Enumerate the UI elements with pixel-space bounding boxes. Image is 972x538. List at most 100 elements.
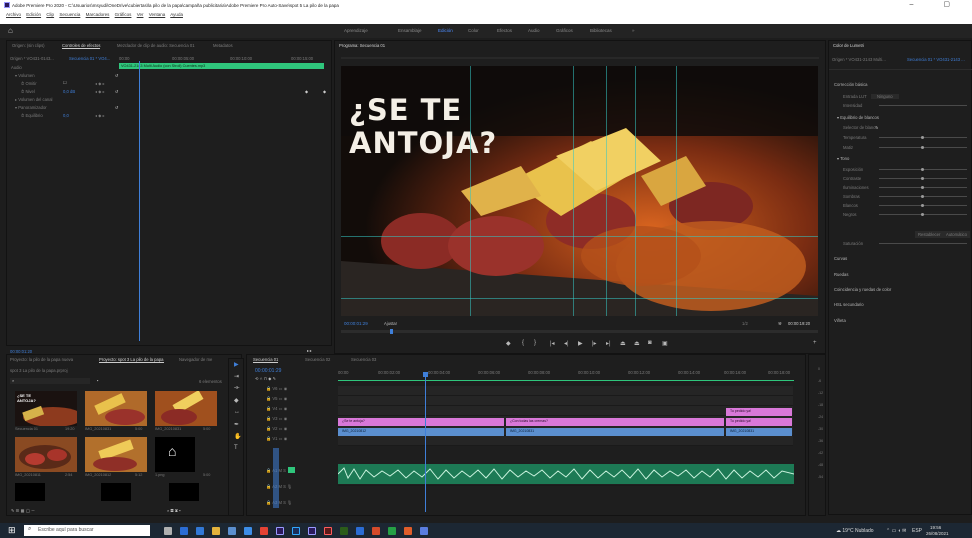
section-color-match[interactable]: Coincidencia y ruedas de color xyxy=(834,287,891,292)
after-effects-icon[interactable] xyxy=(308,527,316,535)
section-vignette[interactable]: Viñeta xyxy=(834,318,846,323)
section-wheels[interactable]: Ruedas xyxy=(834,272,848,277)
app-icon[interactable] xyxy=(244,527,252,535)
new-item-icons[interactable]: ⌕ ▦ ▣ ▪ xyxy=(167,508,181,513)
menu-edicion[interactable]: Edición xyxy=(26,12,41,17)
play-icon[interactable]: ▶ xyxy=(578,340,583,347)
tab-lumetri[interactable]: Color de Lumetri xyxy=(833,43,864,48)
playhead-handle[interactable] xyxy=(423,372,428,377)
windows-start-icon[interactable]: ⊞ xyxy=(8,525,16,536)
workspace-aprendizaje[interactable]: Aprendizaje xyxy=(344,28,368,33)
add-marker-icon[interactable]: ◆ xyxy=(506,340,511,347)
menu-secuencia[interactable]: Secuencia xyxy=(59,12,80,17)
section-basic-correction[interactable]: Corrección básica xyxy=(834,82,868,87)
tab-sequence-03[interactable]: Secuencia 03 xyxy=(351,357,376,362)
timeline-ruler[interactable]: 00:00 00:00:02:00 00:00:04:00 00:00:06:0… xyxy=(338,370,794,378)
home-icon[interactable]: ⌂ xyxy=(8,26,13,35)
chrome-icon[interactable] xyxy=(260,527,268,535)
track-v6[interactable] xyxy=(338,386,793,396)
shadows-knob[interactable] xyxy=(921,195,924,198)
keyframe-nav-1[interactable]: ◂ ◆ ▸ xyxy=(95,81,105,86)
thumb-img-4[interactable] xyxy=(85,437,147,472)
pen-icon[interactable]: ✒ xyxy=(234,421,239,428)
clip-v1-img-0812[interactable]: IMG_20210812 xyxy=(338,428,504,436)
clock-time[interactable]: 19:56 xyxy=(930,525,941,530)
task-view-icon[interactable] xyxy=(164,527,172,535)
tab-media-browser[interactable]: Navegador de me xyxy=(179,357,212,362)
source-patch[interactable] xyxy=(273,448,279,508)
input-lut-dropdown[interactable]: Ninguno xyxy=(871,94,899,99)
reset-icon-2[interactable]: ↺ xyxy=(115,89,119,94)
project-toolbar-icons[interactable]: ✎ ☰ ▦ ◯ ─ xyxy=(11,508,35,513)
program-timecode[interactable]: 00:00:01:29 xyxy=(344,321,368,326)
thumb-img-3[interactable] xyxy=(15,437,77,472)
track-header-v3[interactable]: 🔒 V3 ▭ ◉ xyxy=(266,416,287,422)
menu-ver[interactable]: Ver xyxy=(137,12,144,17)
contrast-knob[interactable] xyxy=(921,177,924,180)
extract-icon[interactable]: ⏏ xyxy=(634,340,640,347)
step-back-icon[interactable]: ◂| xyxy=(564,340,569,347)
tab-source[interactable]: Origen: (sin clips) xyxy=(12,43,45,48)
workspace-audio[interactable]: Audio xyxy=(528,28,540,33)
ec-row-panner[interactable]: ▾ Panoramizador xyxy=(15,105,47,110)
hand-icon[interactable]: ✋ xyxy=(234,433,241,440)
tab-metadata[interactable]: Metadatos xyxy=(213,43,233,48)
whites-knob[interactable] xyxy=(921,204,924,207)
exposure-knob[interactable] xyxy=(921,168,924,171)
track-header-v4[interactable]: 🔒 V4 ▭ ◉ xyxy=(266,406,287,412)
thumb-empty-1[interactable] xyxy=(15,483,45,501)
whatsapp-icon[interactable] xyxy=(388,527,396,535)
tint-knob[interactable] xyxy=(921,146,924,149)
workspace-overflow[interactable]: » xyxy=(632,28,635,33)
menu-clip[interactable]: Clip xyxy=(46,12,54,17)
workspace-color[interactable]: Color xyxy=(468,28,479,33)
track-header-v5[interactable]: 🔒 V5 ▭ ◉ xyxy=(266,396,287,402)
intensity-slider[interactable] xyxy=(879,105,967,106)
keyframe-nav-2[interactable]: ◂ ◆ ▸ xyxy=(95,89,105,94)
selection-tool-icon[interactable]: ▶ xyxy=(234,361,239,368)
thumb-secuencia-01[interactable]: ¿SE TE ANTOJA? xyxy=(15,391,77,426)
auto-button[interactable]: Automático xyxy=(943,231,970,238)
slip-icon[interactable]: ↔ xyxy=(234,409,240,415)
fit-dropdown[interactable]: Ajustar xyxy=(384,321,397,326)
new-bin-icon[interactable]: ▪ xyxy=(97,378,99,383)
photoshop-icon[interactable] xyxy=(292,527,300,535)
ec-audio-clip-bar[interactable]: VO431-2143 Multi Audio (con Stroll) Cuen… xyxy=(119,63,324,69)
thumb-empty-3[interactable] xyxy=(169,483,199,501)
level-value[interactable]: 0,0 dB xyxy=(63,89,75,94)
program-scrub-bar[interactable] xyxy=(341,330,818,333)
clip-v2-con-todas[interactable]: ¿Con todas las cremas? xyxy=(506,418,724,426)
tab-audio-clip-mixer[interactable]: Mezclador de clip de audio: Secuencia 01 xyxy=(117,43,195,48)
reset-button[interactable]: Restablecer xyxy=(915,231,944,238)
sequence-clip-label[interactable]: Secuencia 01 * VO4... xyxy=(69,56,110,61)
menu-ventana[interactable]: Ventana xyxy=(149,12,166,17)
clip-v3-tu-pedido[interactable]: Tu pedido ya! xyxy=(726,408,792,416)
acrobat-icon[interactable] xyxy=(324,527,332,535)
reset-icon-3[interactable]: ↺ xyxy=(115,105,119,110)
ec-row-omitir[interactable]: ⏱ Omitir xyxy=(21,81,37,86)
program-video-frame[interactable]: ¿SE TE ANTOJA? xyxy=(341,66,818,316)
workspace-ensamblaje[interactable]: Ensamblaje xyxy=(398,28,422,33)
reset-icon[interactable]: ↺ xyxy=(115,73,119,78)
track-v1[interactable] xyxy=(338,436,793,446)
explorer-icon[interactable] xyxy=(212,527,220,535)
track-header-v2[interactable]: 🔒 V2 ▭ ◉ xyxy=(266,426,287,432)
language-indicator[interactable]: ESP xyxy=(912,528,922,534)
add-button-icon[interactable]: + xyxy=(813,340,817,346)
excel-icon[interactable] xyxy=(340,527,348,535)
tab-effect-controls[interactable]: Controles de efectos xyxy=(62,43,101,49)
mark-in-icon[interactable]: { xyxy=(522,340,524,346)
solo-active-toggle[interactable] xyxy=(288,467,295,473)
thumb-png[interactable]: ⌂ xyxy=(155,437,195,472)
menu-marcadores[interactable]: Marcadores xyxy=(86,12,110,17)
clip-v2-tu-pedido[interactable]: Tu pedido ya! xyxy=(726,418,792,426)
filter-icon[interactable]: ▸◂ xyxy=(307,348,311,353)
step-forward-icon[interactable]: |▸ xyxy=(592,340,597,347)
export-frame-icon[interactable]: ◙ xyxy=(648,340,652,346)
ec-row-volumen[interactable]: ▾ Volumen xyxy=(15,73,35,78)
timeline-tool-icons[interactable]: ⟲ ∩ ⊓ ◆ ✎ xyxy=(255,376,276,381)
track-header-a2[interactable]: 🔒 A2 M S 🎙 xyxy=(266,484,292,490)
eyedropper-icon[interactable]: ✎ xyxy=(875,125,879,130)
section-white-balance[interactable]: ▾ Equilibrio de blancos xyxy=(837,115,879,120)
ec-playhead[interactable] xyxy=(139,61,140,341)
